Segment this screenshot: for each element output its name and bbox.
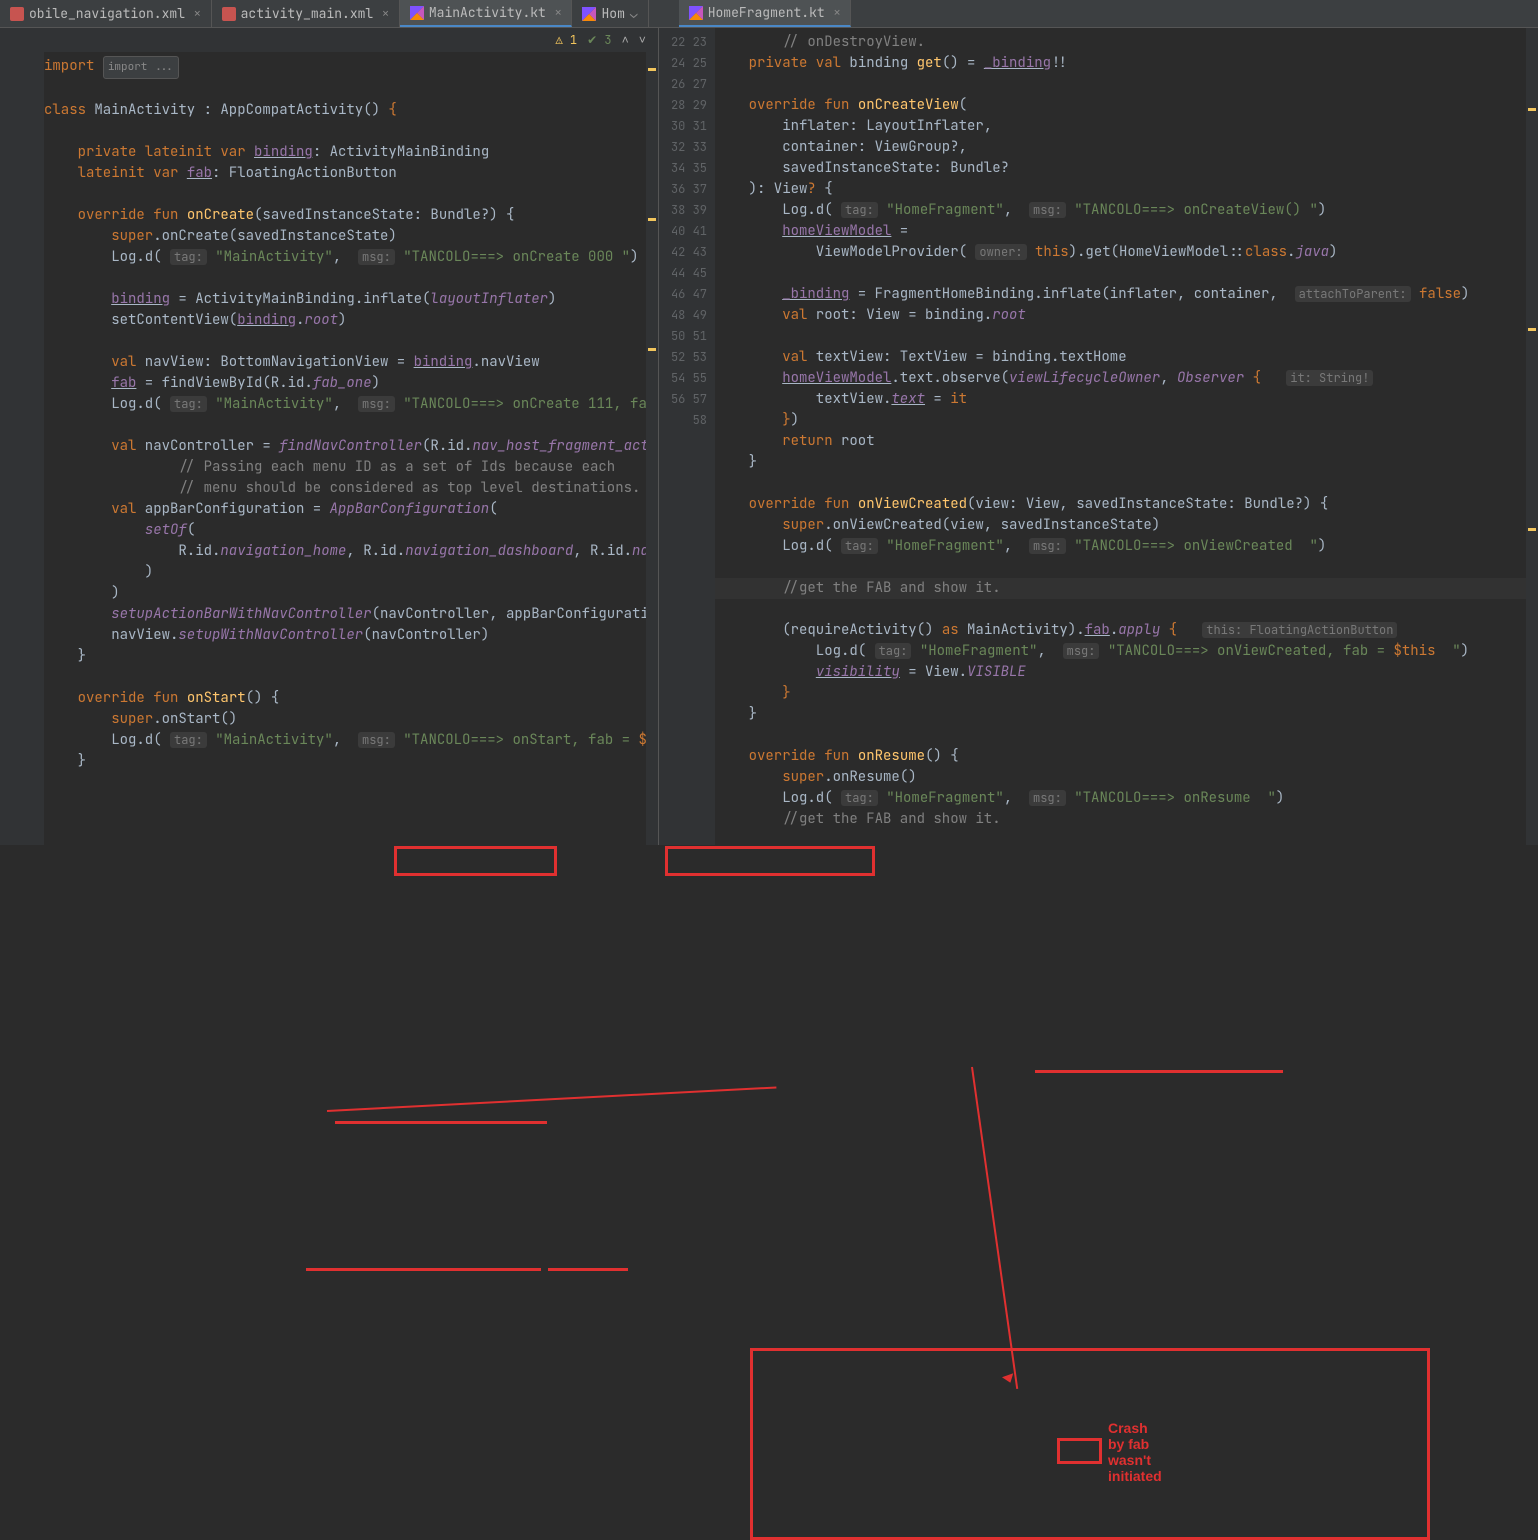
chevron-up-icon[interactable]: ˄ (622, 32, 629, 48)
gutter-right: 22 23 24 25 26 27 28 29 30 31 32 33 34 3… (659, 28, 715, 845)
code-editor-left[interactable]: import import ... class MainActivity : A… (0, 52, 658, 845)
tab-activity-main[interactable]: activity_main.xml ✕ (212, 0, 400, 27)
close-icon[interactable]: ✕ (194, 7, 201, 21)
tab-main-activity[interactable]: MainActivity.kt ✕ (400, 0, 573, 27)
editor-right-pane: 22 23 24 25 26 27 28 29 30 31 32 33 34 3… (659, 28, 1538, 845)
close-icon[interactable]: ✕ (555, 6, 562, 20)
kotlin-icon (582, 7, 596, 21)
close-icon[interactable]: ✕ (834, 6, 841, 20)
scroll-stripe-left[interactable] (646, 28, 658, 845)
kotlin-icon (689, 6, 703, 20)
chevron-down-icon[interactable]: ⌄ (630, 5, 638, 22)
code-editor-right[interactable]: 22 23 24 25 26 27 28 29 30 31 32 33 34 3… (659, 28, 1538, 845)
editor-tabs-left: obile_navigation.xml ✕ activity_main.xml… (0, 0, 1538, 28)
tab-home-fragment[interactable]: HomeFragment.kt ✕ (679, 0, 852, 27)
xml-icon (222, 7, 236, 21)
checks-count[interactable]: ✔ 3 (587, 32, 611, 48)
tab-home-truncated[interactable]: Hom ⌄ (572, 0, 648, 27)
chevron-down-icon[interactable]: ˅ (639, 32, 646, 48)
inspection-status: ⚠ 1 ✔ 3 ˄ ˅ (0, 28, 658, 52)
code-body-right[interactable]: // onDestroyView. private val binding ge… (715, 28, 1538, 845)
editor-left-pane: ⚠ 1 ✔ 3 ˄ ˅ import import ... class Main… (0, 28, 659, 845)
close-icon[interactable]: ✕ (382, 7, 389, 21)
xml-icon (10, 7, 24, 21)
scroll-stripe-right[interactable] (1526, 28, 1538, 845)
fold-import[interactable]: import ... (103, 56, 179, 79)
gutter-left (0, 52, 44, 845)
kotlin-icon (410, 6, 424, 20)
code-body-left[interactable]: import import ... class MainActivity : A… (44, 52, 658, 845)
warning-count[interactable]: ⚠ 1 (556, 32, 578, 48)
tab-mobile-navigation[interactable]: obile_navigation.xml ✕ (0, 0, 212, 27)
